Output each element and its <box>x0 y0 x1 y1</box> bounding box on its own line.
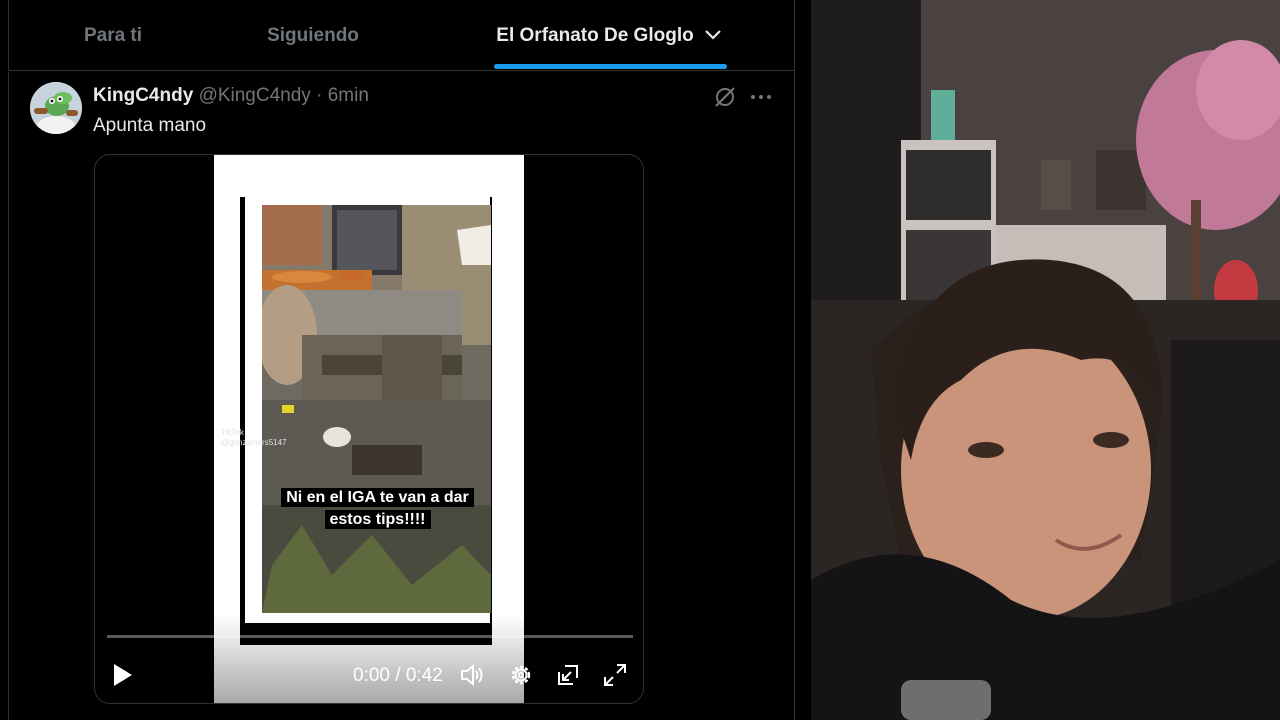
tab-el-orfanato-de-gloglo[interactable]: El Orfanato De Gloglo <box>409 0 809 71</box>
tab-orfanato-label: El Orfanato De Gloglo <box>496 24 694 46</box>
settings-icon[interactable] <box>508 662 534 688</box>
timeline-panel: Para ti Siguiendo El Orfanato De Gloglo <box>0 0 795 720</box>
timeline-tabs: Para ti Siguiendo El Orfanato De Gloglo <box>8 0 794 71</box>
webcam-feed <box>811 0 1280 720</box>
video-player[interactable]: TikTok @gonzamers5147 Ni en el IGA te va… <box>94 154 644 704</box>
grok-icon[interactable] <box>713 85 737 109</box>
video-progress-bar[interactable] <box>107 635 633 638</box>
video-time: 0:00 / 0:42 <box>353 665 443 687</box>
chevron-down-icon[interactable] <box>704 25 722 47</box>
fullscreen-icon[interactable] <box>602 662 628 688</box>
tab-siguiendo[interactable]: Siguiendo <box>217 0 409 71</box>
tiktok-logo-icon <box>220 405 311 428</box>
time-separator: / <box>395 665 401 686</box>
pip-icon[interactable] <box>555 662 581 688</box>
volume-icon[interactable] <box>459 662 485 688</box>
tab-siguiendo-label: Siguiendo <box>267 24 359 46</box>
duration: 0:42 <box>405 665 443 686</box>
display-name[interactable]: KingC4ndy <box>93 85 193 106</box>
tweet-header: KingC4ndy @KingC4ndy · 6min <box>93 85 369 107</box>
play-icon[interactable] <box>111 662 135 688</box>
tiktok-user: @gonzamers5147 <box>221 438 287 447</box>
tweet-text: Apunta mano <box>93 115 207 136</box>
tiktok-brand: TikTok <box>221 428 244 437</box>
user-handle[interactable]: @KingC4ndy <box>199 85 311 106</box>
active-tab-indicator <box>494 64 727 69</box>
avatar[interactable] <box>30 82 82 134</box>
post-time[interactable]: 6min <box>328 85 369 106</box>
separator-dot: · <box>316 85 323 106</box>
caption-line-2: estos tips!!!! <box>324 510 431 529</box>
tweet[interactable]: KingC4ndy @KingC4ndy · 6min Apunta mano <box>8 72 794 720</box>
tab-para-ti-label: Para ti <box>83 24 143 46</box>
current-time: 0:00 <box>353 665 390 686</box>
caption-line-1: Ni en el IGA te van a dar <box>281 488 474 507</box>
more-icon[interactable] <box>749 85 773 109</box>
tab-para-ti[interactable]: Para ti <box>9 0 217 71</box>
video-caption: Ni en el IGA te van a dar estos tips!!!! <box>260 487 495 531</box>
tiktok-watermark: TikTok @gonzamers5147 <box>220 405 311 448</box>
